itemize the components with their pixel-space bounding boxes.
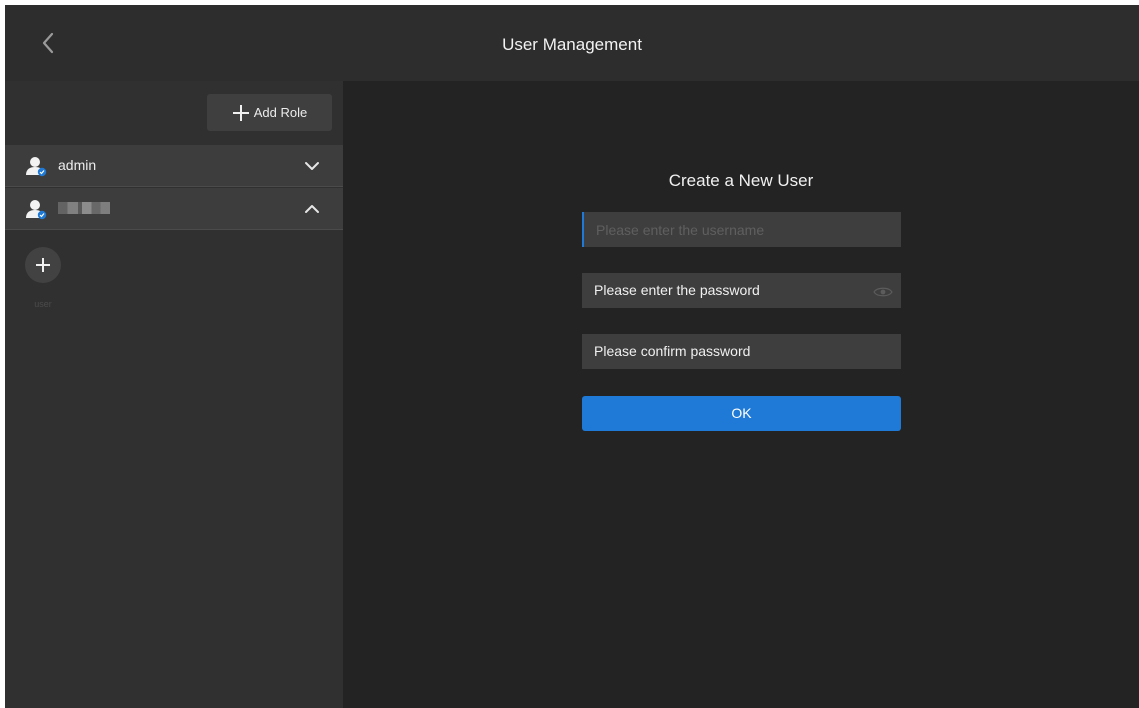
- password-input[interactable]: Please enter the password: [582, 273, 901, 308]
- role-item-2[interactable]: [5, 188, 343, 230]
- add-user-label: user: [34, 299, 52, 309]
- plus-icon: [36, 258, 50, 272]
- chevron-down-icon[interactable]: [303, 157, 321, 175]
- username-input[interactable]: [582, 212, 901, 247]
- ok-button[interactable]: OK: [582, 396, 901, 431]
- app-window: User Management Add Role admin user Crea…: [5, 5, 1139, 708]
- eye-icon[interactable]: [873, 286, 893, 298]
- chevron-up-icon[interactable]: [303, 200, 321, 218]
- role-sidebar: Add Role admin user: [5, 81, 343, 708]
- create-user-panel: Create a New User Please enter the passw…: [343, 81, 1139, 708]
- form-title: Create a New User: [668, 171, 814, 190]
- password-placeholder: Please enter the password: [594, 282, 760, 298]
- user-avatar-icon: [26, 157, 47, 177]
- plus-icon: [232, 104, 249, 121]
- add-role-label: Add Role: [253, 105, 308, 120]
- add-role-button[interactable]: Add Role: [207, 94, 332, 131]
- user-avatar-icon: [26, 200, 47, 220]
- role-name-redacted: [58, 202, 110, 214]
- confirm-password-input[interactable]: Please confirm password: [582, 334, 901, 369]
- confirm-password-placeholder: Please confirm password: [594, 343, 751, 359]
- role-item-admin[interactable]: admin: [5, 145, 343, 187]
- page-title: User Management: [502, 35, 642, 54]
- add-user-button[interactable]: [25, 247, 61, 283]
- back-button[interactable]: [35, 29, 61, 57]
- top-bar: User Management: [5, 5, 1139, 81]
- role-name: admin: [58, 157, 97, 173]
- chevron-left-icon: [42, 32, 54, 54]
